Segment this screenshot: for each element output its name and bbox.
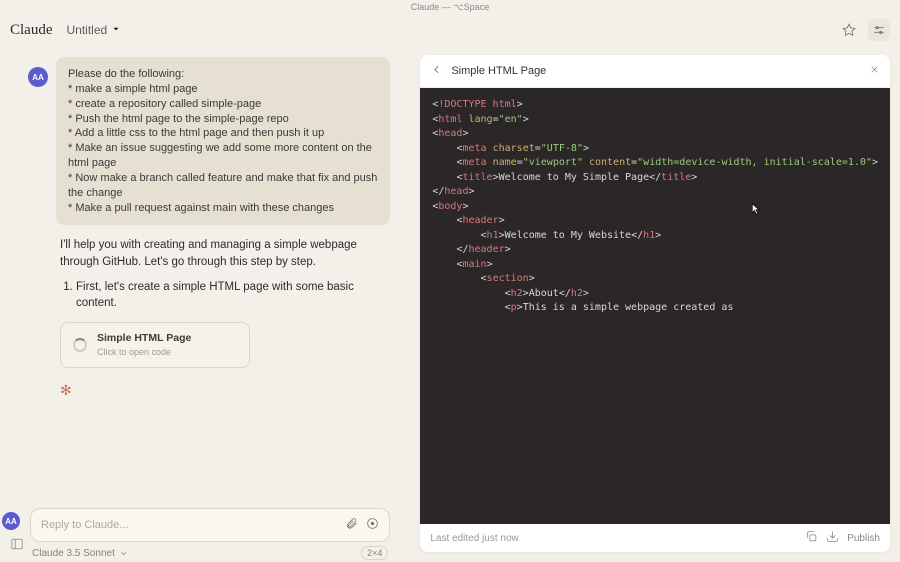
chevron-down-icon	[111, 23, 121, 37]
user-message-step: * Make an issue suggesting we add some m…	[68, 141, 378, 171]
model-label: Claude 3.5 Sonnet	[32, 548, 115, 559]
loading-spinner-icon	[73, 338, 87, 352]
model-picker[interactable]: Claude 3.5 Sonnet	[32, 548, 128, 559]
document-title-picker[interactable]: Untitled	[63, 23, 122, 37]
artifact-title: Simple HTML Page	[97, 331, 191, 346]
artifact-card[interactable]: Simple HTML Page Click to open code	[60, 322, 250, 368]
user-avatar: AA	[2, 512, 20, 530]
panel-title: Simple HTML Page	[451, 65, 861, 77]
reply-input[interactable]	[41, 519, 337, 531]
close-button[interactable]	[869, 64, 880, 78]
user-message-step: * make a simple html page	[68, 82, 378, 97]
sidebar-toggle-button[interactable]	[10, 537, 24, 554]
window-titlebar: Claude — ⌥Space	[0, 0, 900, 15]
user-message-intro: Please do the following:	[68, 67, 378, 82]
user-message-step: * Now make a branch called feature and m…	[68, 171, 378, 201]
topbar: Claude Untitled	[0, 15, 900, 45]
generating-icon: ✻	[60, 380, 390, 400]
settings-button[interactable]	[868, 19, 890, 41]
assistant-step: First, let's create a simple HTML page w…	[76, 279, 390, 312]
assistant-text: I'll help you with creating and managing…	[60, 237, 390, 270]
user-message-step: * Push the html page to the simple-page …	[68, 112, 378, 127]
user-message-step: * create a repository called simple-page	[68, 97, 378, 112]
keyboard-badge: 2×4	[361, 546, 388, 560]
star-button[interactable]	[838, 19, 860, 41]
attach-icon[interactable]	[345, 517, 358, 533]
mouse-cursor-icon	[751, 203, 761, 218]
document-title-label: Untitled	[67, 23, 108, 37]
publish-button[interactable]: Publish	[847, 533, 880, 544]
code-editor[interactable]: <!DOCTYPE html> <html lang="en"> <head> …	[420, 88, 890, 524]
composer[interactable]	[30, 508, 390, 542]
back-button[interactable]	[430, 63, 443, 79]
user-message-step: * Add a little css to the html page and …	[68, 126, 378, 141]
artifact-panel: Simple HTML Page <!DOCTYPE html> <html l…	[420, 55, 890, 552]
copy-button[interactable]	[805, 530, 818, 546]
user-avatar: AA	[28, 67, 48, 87]
assistant-message: I'll help you with creating and managing…	[60, 237, 390, 400]
user-message-step: * Make a pull request against main with …	[68, 201, 378, 216]
user-message: AA Please do the following: * make a sim…	[56, 57, 390, 225]
download-button[interactable]	[826, 530, 839, 546]
conversation-pane: AA Please do the following: * make a sim…	[0, 45, 420, 562]
record-icon[interactable]	[366, 517, 379, 533]
app-logo: Claude	[10, 22, 53, 39]
footer-status: Last edited just now	[430, 533, 518, 544]
artifact-subtitle: Click to open code	[97, 346, 191, 359]
